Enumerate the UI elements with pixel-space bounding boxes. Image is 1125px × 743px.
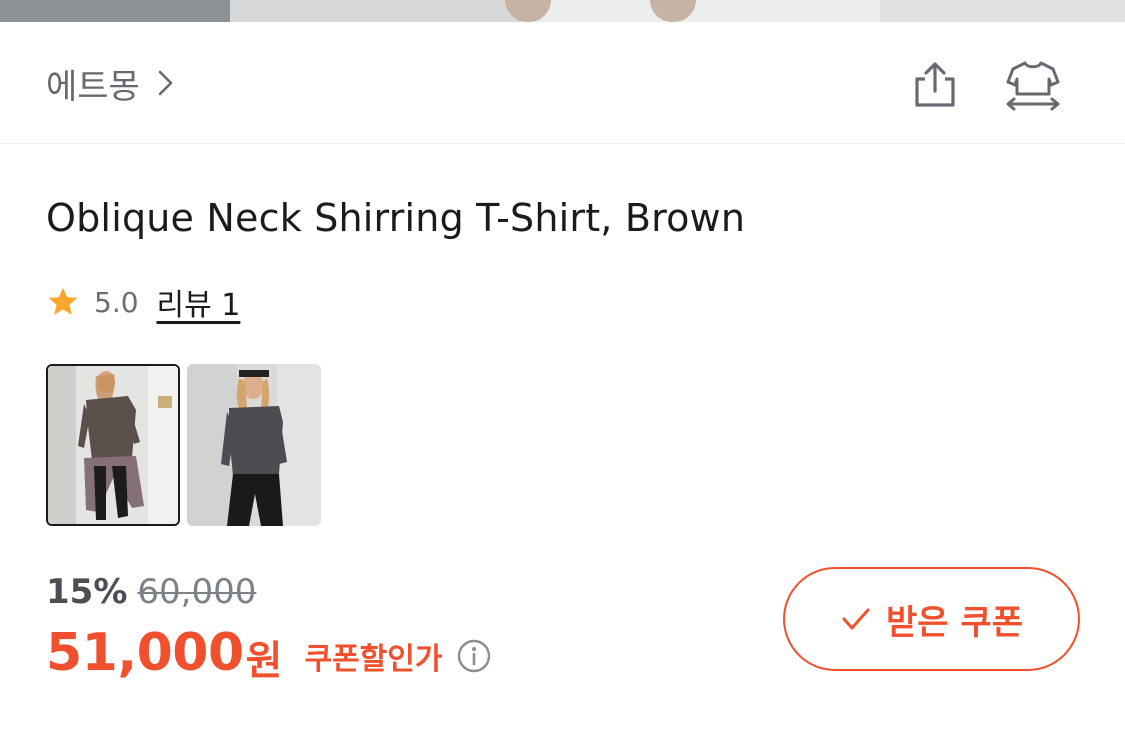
product-thumbnail[interactable] [46,364,180,526]
currency-unit: 원 [245,638,283,684]
brand-name: 에트몽 [46,66,140,107]
product-detail-page: 에트몽 Oblique Neck Shirring T-Shirt, Brown [0,0,1125,743]
size-guide-button[interactable] [1002,56,1064,114]
product-title: Oblique Neck Shirring T-Shirt, Brown [46,196,746,240]
rating-row: 5.0 리뷰 1 [46,280,240,324]
thumbnail-image [48,366,178,524]
review-count-link[interactable]: 리뷰 1 [157,280,241,324]
brand-bar: 에트몽 [0,22,1125,144]
discount-rate: 15% [46,572,128,612]
thumbnail-image [187,364,321,526]
final-price: 51,000 [46,623,244,683]
rating-value: 5.0 [94,285,139,319]
coupon-price-label: 쿠폰할인가 [304,642,443,677]
share-icon [915,62,955,107]
check-icon [842,608,870,630]
thumbnail-list [46,364,321,526]
size-guide-icon [1006,61,1060,111]
info-icon[interactable] [456,638,492,674]
final-price-row: 51,000 원 쿠폰할인가 [46,618,492,688]
product-thumbnail[interactable] [187,364,321,526]
original-price: 60,000 [137,572,257,612]
star-icon [48,287,78,315]
chevron-right-icon [158,70,173,96]
share-button[interactable] [904,56,966,114]
coupon-button-label: 받은 쿠폰 [886,602,1023,643]
hero-image-edge [0,0,1125,22]
discount-row: 15% 60,000 [46,570,256,614]
brand-link[interactable]: 에트몽 [46,60,178,107]
received-coupon-button[interactable]: 받은 쿠폰 [783,567,1080,671]
